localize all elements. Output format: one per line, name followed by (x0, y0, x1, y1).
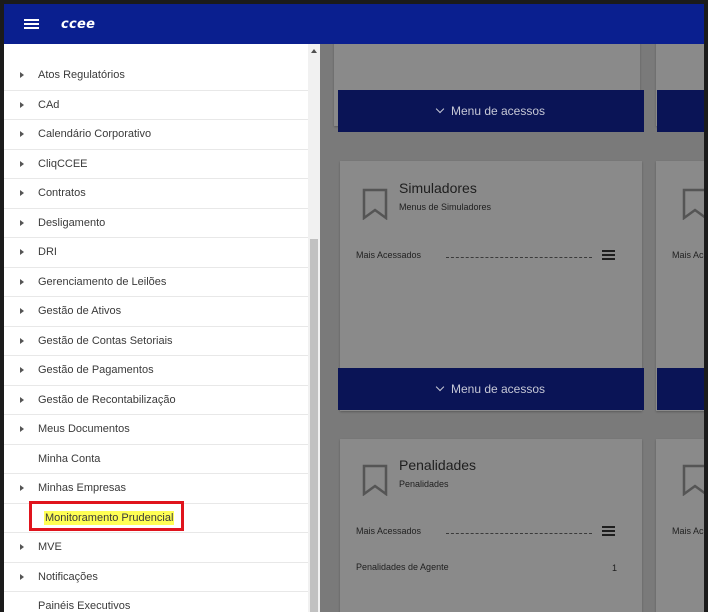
expand-arrow-icon[interactable] (20, 190, 24, 196)
sidebar-item-label: Gerenciamento de Leilões (38, 275, 167, 288)
sidebar-item-label: Minhas Empresas (38, 482, 127, 495)
sidebar-item-label: Gestão de Ativos (38, 305, 122, 318)
card-subtitle: Penalidades (399, 479, 449, 489)
sidebar-item-label: Desligamento (38, 216, 106, 229)
sidebar-item[interactable]: Minha Conta (4, 445, 308, 474)
chevron-down-icon (435, 104, 445, 114)
sidebar-item[interactable]: DRI (4, 238, 308, 268)
bookmark-icon (362, 464, 388, 496)
main-content: Menu de acessos Simuladores Menus de Sim… (320, 44, 704, 612)
sidebar-item[interactable]: Desligamento (4, 209, 308, 238)
menu-access-button-right[interactable] (657, 368, 704, 410)
expand-arrow-icon[interactable] (20, 131, 24, 137)
sidebar-item[interactable]: MVE (4, 533, 308, 563)
bookmark-icon (362, 188, 388, 220)
card-title: Simuladores (399, 180, 477, 196)
menu-access-button-simuladores[interactable]: Menu de acessos (338, 368, 644, 410)
sidebar-item-label: DRI (38, 246, 57, 259)
bookmark-icon (682, 464, 704, 496)
sidebar-item-label: Calendário Corporativo (38, 128, 152, 141)
expand-arrow-icon[interactable] (20, 249, 24, 255)
sidebar-item[interactable]: CliqCCEE (4, 150, 308, 179)
list-menu-icon[interactable] (602, 526, 615, 536)
sidebar-item[interactable]: Gestão de Pagamentos (4, 356, 308, 386)
sidebar-item-label: CliqCCEE (38, 157, 88, 170)
sidebar-item[interactable]: Gestão de Contas Setoriais (4, 327, 308, 356)
sidebar-scrollbar[interactable] (308, 44, 320, 612)
expand-arrow-icon[interactable] (20, 101, 24, 108)
sidebar-item[interactable]: Contratos (4, 179, 308, 209)
menu-access-button-top[interactable]: Menu de acessos (338, 90, 644, 132)
list-item-label[interactable]: Penalidades de Agente (356, 562, 449, 572)
sidebar-item-label: Minha Conta (38, 452, 101, 465)
sidebar-item-label: CAd (38, 98, 60, 111)
most-accessed-label: Mais Ac (672, 526, 704, 536)
sidebar-item-label: Gestão de Contas Setoriais (38, 334, 173, 347)
list-item-count: 1 (612, 563, 618, 573)
sidebar-item[interactable]: Calendário Corporativo (4, 120, 308, 150)
expand-arrow-icon[interactable] (20, 219, 24, 226)
divider (446, 257, 592, 258)
expand-arrow-icon[interactable] (20, 426, 24, 432)
expand-arrow-icon[interactable] (20, 485, 24, 491)
sidebar: Atos Regulatórios CAd Calendário Corporati… (4, 44, 320, 612)
sidebar-item-label: Notificações (38, 570, 98, 583)
expand-arrow-icon[interactable] (20, 308, 24, 314)
most-accessed-label: Mais Ac (672, 250, 704, 260)
expand-arrow-icon[interactable] (20, 337, 24, 344)
sidebar-item-label: Contratos (38, 187, 86, 200)
scroll-thumb[interactable] (310, 239, 318, 612)
expand-arrow-icon[interactable] (20, 396, 24, 403)
bookmark-icon (682, 188, 704, 220)
most-accessed-label: Mais Acessados (356, 250, 422, 260)
sidebar-item[interactable]: Gerenciamento de Leilões (4, 268, 308, 297)
expand-arrow-icon[interactable] (20, 72, 24, 78)
expand-arrow-icon[interactable] (20, 160, 24, 167)
card-title: Penalidades (399, 457, 477, 473)
menu-access-button-top-right[interactable] (657, 90, 704, 132)
scroll-up-arrow-icon[interactable] (311, 49, 317, 53)
sidebar-item[interactable]: Gestão de Recontabilização (4, 386, 308, 415)
divider (446, 533, 592, 534)
top-bar: ccee (4, 4, 704, 44)
sidebar-item-label: Atos Regulatórios (38, 69, 125, 82)
list-menu-icon[interactable] (602, 250, 615, 260)
sidebar-item[interactable]: Gestão de Ativos (4, 297, 308, 327)
sidebar-item-label: Meus Documentos (38, 423, 130, 436)
sidebar-item[interactable]: Minhas Empresas (4, 474, 308, 504)
sidebar-item-label: MVE (38, 541, 62, 554)
card-subtitle: Menus de Simuladores (399, 202, 492, 212)
highlight-annotation (29, 501, 184, 531)
sidebar-item[interactable]: Meus Documentos (4, 415, 308, 445)
brand-logo[interactable]: ccee (61, 17, 95, 32)
sidebar-item[interactable]: Painéis Executivos (4, 592, 308, 612)
sidebar-item[interactable]: Atos Regulatórios (4, 61, 308, 91)
sidebar-item[interactable]: Notificações (4, 563, 308, 592)
most-accessed-label: Mais Acessados (356, 526, 422, 536)
sidebar-item-label: Gestão de Pagamentos (38, 364, 154, 377)
hamburger-menu-icon[interactable] (24, 18, 39, 30)
sidebar-item[interactable]: CAd (4, 91, 308, 120)
expand-arrow-icon[interactable] (20, 367, 24, 373)
sidebar-item-label: Gestão de Recontabilização (38, 393, 176, 406)
expand-arrow-icon[interactable] (20, 278, 24, 285)
expand-arrow-icon[interactable] (20, 573, 24, 580)
chevron-down-icon (435, 382, 445, 392)
sidebar-item-label: Painéis Executivos (38, 600, 131, 612)
expand-arrow-icon[interactable] (20, 544, 24, 550)
